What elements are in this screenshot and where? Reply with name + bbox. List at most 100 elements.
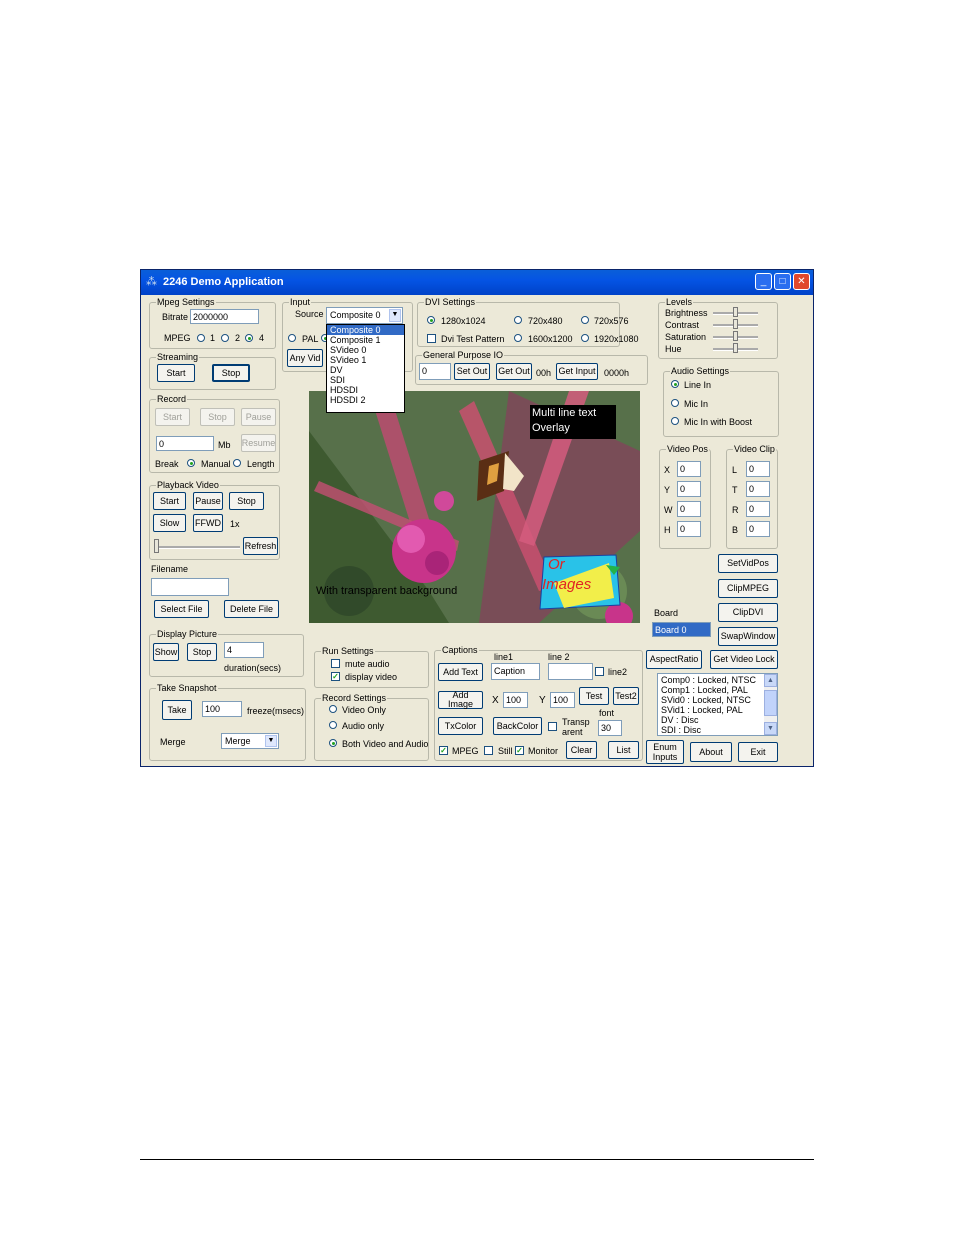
list-scrollbar[interactable]: ▲ ▼ [764,674,777,735]
mpeg4-radio[interactable] [245,334,253,342]
transparent-checkbox[interactable] [548,722,557,731]
play-slow-button[interactable]: Slow [153,514,186,532]
about-button[interactable]: About [690,742,732,762]
contrast-slider-thumb[interactable] [733,319,738,329]
exit-button[interactable]: Exit [738,742,778,762]
show-picture-button[interactable]: Show [153,643,179,661]
chevron-down-icon[interactable]: ▼ [265,735,277,747]
record-pause-button[interactable]: Pause [241,408,276,426]
select-file-button[interactable]: Select File [154,600,209,618]
audio-only-radio[interactable] [329,721,337,729]
record-mb-input[interactable]: 0 [156,436,214,451]
both-radio[interactable] [329,739,337,747]
list-item[interactable]: Comp1 : Locked, PAL [661,685,748,695]
mpeg2-radio[interactable] [221,334,229,342]
merge-combo[interactable]: Merge ▼ [221,733,279,749]
source-option[interactable]: DV [327,365,404,375]
freeze-input[interactable]: 100 [202,701,242,717]
still-checkbox[interactable] [484,746,493,755]
pos-x-input[interactable]: 0 [677,461,701,477]
pal-radio[interactable] [288,334,296,342]
brightness-slider-thumb[interactable] [733,307,738,317]
mic-boost-radio[interactable] [671,417,679,425]
record-resume-button[interactable]: Resume [241,434,276,452]
bitrate-input[interactable]: 2000000 [190,309,259,324]
dvi-1600-radio[interactable] [514,334,522,342]
chevron-down-icon[interactable]: ▼ [389,309,401,322]
add-text-button[interactable]: Add Text [438,663,483,681]
monitor-checkbox[interactable]: ✓ [515,746,524,755]
stream-stop-button[interactable]: Stop [212,364,250,382]
playback-slider[interactable] [155,546,240,549]
image-y-input[interactable]: 100 [550,692,575,708]
mpeg-checkbox[interactable]: ✓ [439,746,448,755]
filename-input[interactable] [151,578,229,596]
dvi-720x480-radio[interactable] [514,316,522,324]
source-option[interactable]: SDI [327,375,404,385]
font-size-input[interactable]: 30 [598,720,622,736]
board-field[interactable]: Board 0 [652,622,711,637]
line-in-radio[interactable] [671,380,679,388]
clip-t-input[interactable]: 0 [746,481,770,497]
record-stop-button[interactable]: Stop [200,408,235,426]
video-only-radio[interactable] [329,705,337,713]
clip-mpeg-button[interactable]: ClipMPEG [718,579,778,598]
stop-picture-button[interactable]: Stop [187,643,217,661]
stream-start-button[interactable]: Start [157,364,195,382]
clip-l-input[interactable]: 0 [746,461,770,477]
source-option[interactable]: SVideo 1 [327,355,404,365]
playback-slider-thumb[interactable] [154,539,159,553]
line1-input[interactable]: Caption [491,663,540,680]
list-button[interactable]: List [608,741,639,759]
set-vid-pos-button[interactable]: SetVidPos [718,554,778,573]
test2-button[interactable]: Test2 [613,687,639,705]
list-item[interactable]: SVid0 : Locked, NTSC [661,695,751,705]
pos-h-input[interactable]: 0 [677,521,701,537]
clip-r-input[interactable]: 0 [746,501,770,517]
scroll-down-icon[interactable]: ▼ [764,722,777,735]
list-item[interactable]: SVid1 : Locked, PAL [661,705,743,715]
display-video-checkbox[interactable]: ✓ [331,672,340,681]
lock-status-list[interactable]: Comp0 : Locked, NTSC Comp1 : Locked, PAL… [657,673,778,736]
record-start-button[interactable]: Start [155,408,190,426]
txcolor-button[interactable]: TxColor [438,717,483,735]
break-manual-radio[interactable] [187,459,195,467]
mic-in-radio[interactable] [671,399,679,407]
delete-file-button[interactable]: Delete File [224,600,279,618]
set-out-button[interactable]: Set Out [454,363,490,380]
list-item[interactable]: SDI : Disc [661,725,701,735]
play-stop-button[interactable]: Stop [229,492,264,510]
pos-y-input[interactable]: 0 [677,481,701,497]
get-input-button[interactable]: Get Input [556,363,598,380]
clip-b-input[interactable]: 0 [746,521,770,537]
refresh-button[interactable]: Refresh [243,537,278,555]
clear-button[interactable]: Clear [566,741,597,759]
source-dropdown-list[interactable]: Composite 0 Composite 1 SVideo 0 SVideo … [326,324,405,413]
video-preview[interactable]: Multi line text Overlay With transparent… [309,391,640,623]
swap-window-button[interactable]: SwapWindow [718,627,778,646]
clip-dvi-button[interactable]: ClipDVI [718,603,778,622]
scroll-thumb[interactable] [764,690,777,716]
image-x-input[interactable]: 100 [503,692,528,708]
play-ffwd-button[interactable]: FFWD [193,514,223,532]
test-button[interactable]: Test [579,687,609,705]
dvi-1280-radio[interactable] [427,316,435,324]
mpeg1-radio[interactable] [197,334,205,342]
hue-slider-thumb[interactable] [733,343,738,353]
play-pause-button[interactable]: Pause [193,492,223,510]
mute-audio-checkbox[interactable] [331,659,340,668]
line2-input[interactable] [548,663,593,680]
dvi-720x576-radio[interactable] [581,316,589,324]
source-combo[interactable]: Composite 0 ▼ [326,307,403,324]
scroll-up-icon[interactable]: ▲ [764,674,777,687]
minimize-button[interactable]: _ [755,273,772,290]
dvi-test-checkbox[interactable] [427,334,436,343]
source-option[interactable]: HDSDI [327,385,404,395]
backcolor-button[interactable]: BackColor [493,717,542,735]
pos-w-input[interactable]: 0 [677,501,701,517]
aspect-ratio-button[interactable]: AspectRatio [646,650,702,669]
dvi-1920-radio[interactable] [581,334,589,342]
source-option[interactable]: Composite 1 [327,335,404,345]
maximize-button[interactable]: □ [774,273,791,290]
break-length-radio[interactable] [233,459,241,467]
